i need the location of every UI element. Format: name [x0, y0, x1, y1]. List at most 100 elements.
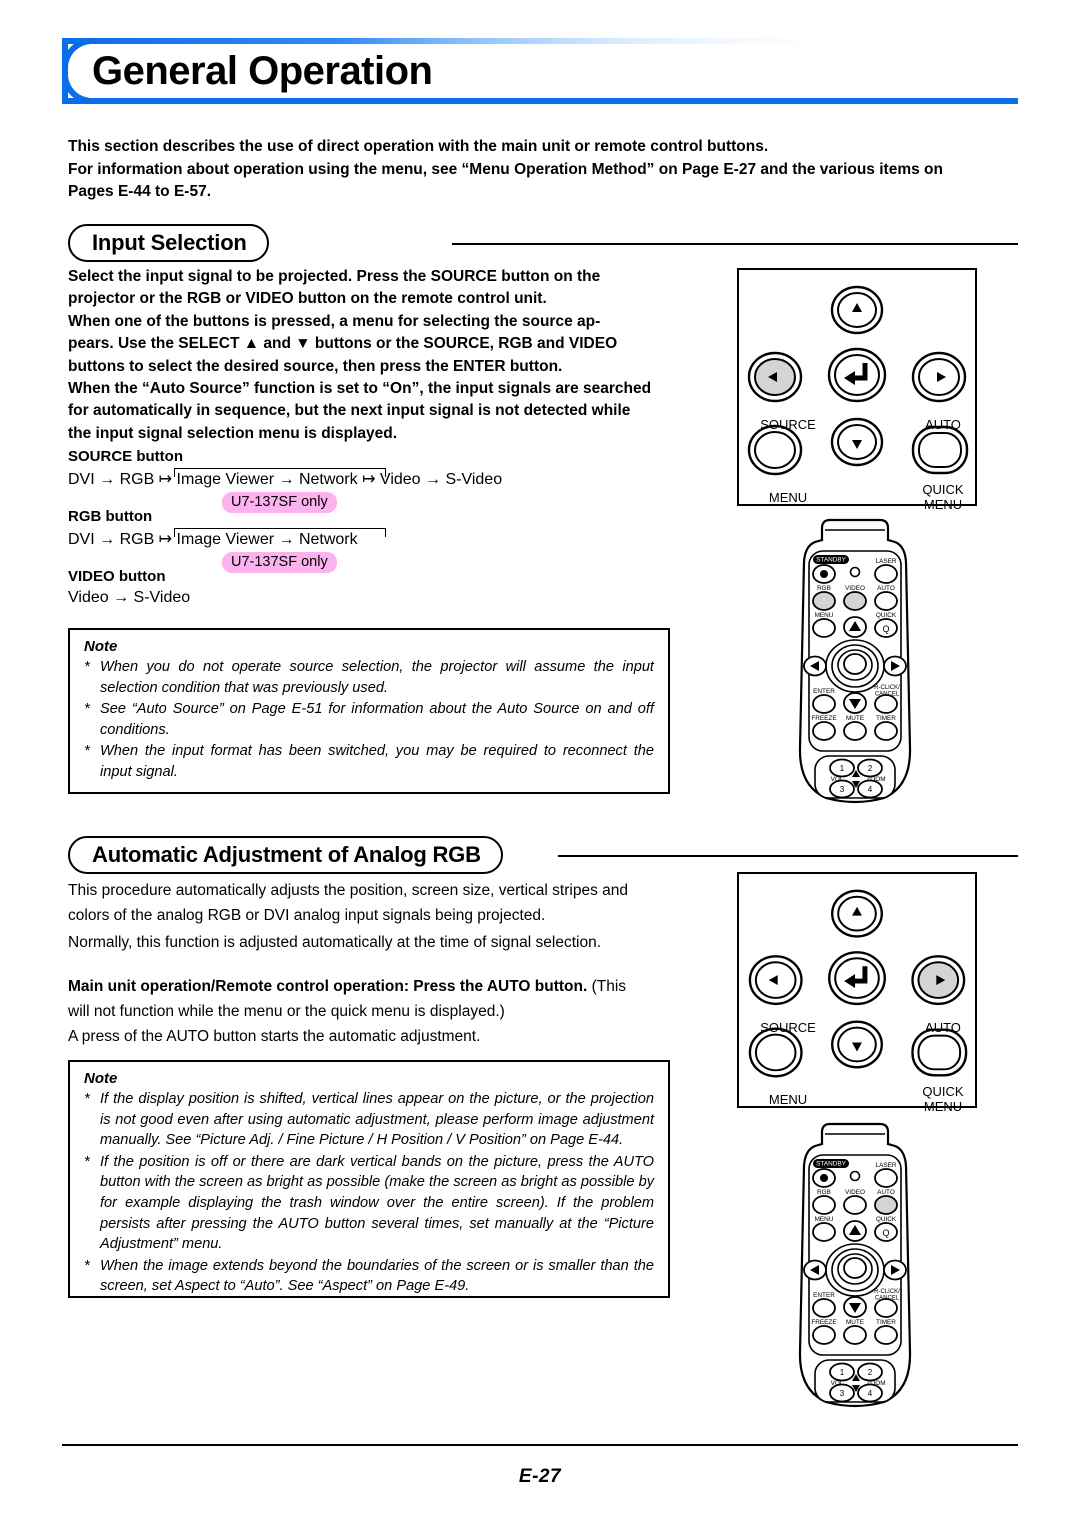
svg-text:MENU: MENU [815, 612, 834, 619]
remote-menu-button [812, 618, 836, 638]
remote-left-button [803, 1259, 827, 1281]
svg-text:LASER: LASER [876, 1162, 897, 1169]
svg-text:2: 2 [868, 764, 873, 773]
remote-rclick-cancel-button [874, 694, 898, 714]
body-line: buttons to select the desired source, th… [68, 357, 563, 375]
svg-text:CANCEL: CANCEL [875, 1296, 900, 1302]
source-button-sequence: DVI → RGB ↦ Image Viewer → Network ↦ Vid… [68, 468, 708, 489]
section-rule [452, 243, 1018, 245]
remote-timer-button [874, 721, 898, 741]
svg-text:VOL: VOL [831, 1380, 844, 1387]
body-line: for automatically in sequence, but the n… [68, 402, 631, 420]
projector-control-panel-top: SOURCE AUTO MENU QUICK MENU [737, 268, 977, 512]
remote-indicator-led [849, 1170, 861, 1182]
svg-text:TIMER: TIMER [876, 715, 896, 722]
body-line: Normally, this function is adjusted auto… [68, 934, 601, 951]
svg-text:R-CLICK/: R-CLICK/ [874, 1289, 900, 1295]
body-line: Select the input signal to be projected.… [68, 268, 601, 285]
remote-down-button [843, 692, 867, 714]
remote-diagram-top: Q STANDBY LASER RGB VIDEO AUTO MENU QUIC… [798, 518, 912, 804]
note-text: When you do not operate source selection… [100, 659, 654, 696]
note-text: When the input format has been switched,… [100, 743, 654, 780]
source-button-flow: SOURCE button DVI → RGB ↦ Image Viewer →… [68, 448, 708, 515]
panel-menu-label: MENU [768, 490, 808, 505]
note-bullet: * [84, 743, 90, 760]
svg-text:QUICK: QUICK [876, 612, 897, 619]
svg-text:ZOOM: ZOOM [866, 1380, 885, 1387]
quick-label-line2: MENU [923, 1099, 963, 1114]
panel-source-button [748, 955, 803, 1006]
footer-rule [62, 1444, 1018, 1446]
note-bullet: * [84, 659, 90, 675]
remote-enter-button [812, 694, 836, 714]
panel-quick-menu-button [911, 425, 969, 475]
remote-menu-button [812, 1222, 836, 1242]
note-list: * When you do not operate source selecti… [70, 657, 668, 791]
title-underline [62, 98, 1018, 104]
note-title: Note [84, 1070, 118, 1087]
remote-rgb-button [812, 591, 836, 611]
remote-freeze-button [812, 721, 836, 741]
svg-text:TIMER: TIMER [876, 1319, 896, 1326]
note-bullet: * [84, 1257, 90, 1274]
remote-auto-button [874, 591, 898, 611]
panel-auto-label: AUTO [925, 1020, 961, 1035]
svg-text:3: 3 [840, 1389, 845, 1398]
svg-text:LASER: LASER [876, 558, 897, 565]
note-text: See “Auto Source” on Page E-51 for infor… [100, 701, 654, 738]
svg-text:QUICK: QUICK [876, 1216, 897, 1223]
svg-text:FREEZE: FREEZE [811, 1319, 836, 1326]
auto-adjust-instruction-bold: Main unit operation/Remote control opera… [68, 978, 588, 995]
body-line: pears. Use the SELECT ▲ and ▼ buttons or… [68, 335, 618, 353]
remote-laser-button [874, 1168, 898, 1188]
remote-timer-button [874, 1325, 898, 1345]
body-line: A press of the AUTO button starts the au… [68, 1028, 481, 1045]
panel-menu-label: MENU [768, 1092, 808, 1107]
section-header-input-selection: Input Selection [68, 224, 1018, 264]
remote-mute-button [843, 1325, 867, 1345]
body-line: the input signal selection menu is displ… [68, 424, 398, 442]
note-box-auto-adjust: Note * If the display position is shifte… [68, 1060, 670, 1298]
svg-text:R-CLICK/: R-CLICK/ [874, 685, 900, 691]
remote-quick-button: Q [874, 1222, 898, 1242]
manual-page: General Operation This section describes… [0, 0, 1080, 1526]
note-item: * If the display position is shifted, ve… [84, 1089, 654, 1151]
remote-right-button [883, 1259, 907, 1281]
remote-laser-button [874, 564, 898, 584]
panel-enter-button [827, 347, 887, 403]
body-line: projector or the RGB or VIDEO button on … [68, 290, 547, 308]
auto-adjust-paragraph-1: This procedure automatically adjusts the… [68, 878, 698, 928]
quick-label-line1: QUICK [922, 482, 964, 497]
input-selection-body: Select the input signal to be projected.… [68, 266, 698, 445]
panel-quick-menu-button [911, 1028, 968, 1077]
note-text: If the position is off or there are dark… [100, 1153, 654, 1253]
svg-text:Q: Q [882, 1228, 889, 1238]
remote-mute-button [843, 721, 867, 741]
remote-rgb-button [812, 1195, 836, 1215]
note-bullet: * [84, 701, 90, 718]
note-item: * When the input format has been switche… [84, 741, 654, 782]
panel-down-button [830, 417, 884, 467]
rgb-button-heading: RGB button [68, 508, 153, 525]
section-header-auto-adjust: Automatic Adjustment of Analog RGB [68, 836, 1018, 876]
remote-control-top: Q STANDBY LASER RGB VIDEO AUTO MENU QUIC… [792, 518, 918, 806]
svg-text:MUTE: MUTE [846, 1319, 864, 1326]
svg-text:MENU: MENU [815, 1216, 834, 1223]
svg-text:RGB: RGB [817, 1189, 831, 1196]
svg-text:VOL: VOL [831, 776, 844, 783]
note-item: * When you do not operate source selecti… [84, 657, 654, 698]
remote-enter-button [812, 1298, 836, 1318]
section-pill: Input Selection [68, 224, 269, 262]
panel-source-label: SOURCE [760, 417, 816, 432]
quick-label-line2: MENU [923, 497, 963, 512]
intro-line-2: For information about operation using th… [68, 160, 943, 178]
svg-text:CANCEL: CANCEL [875, 692, 900, 698]
intro-line-1: This section describes the use of direct… [68, 138, 769, 155]
quick-label-line1: QUICK [922, 1084, 964, 1099]
remote-indicator-led [849, 566, 861, 578]
remote-video-button [843, 1195, 867, 1215]
svg-text:RGB: RGB [817, 585, 831, 592]
svg-text:4: 4 [868, 1389, 873, 1398]
panel-quick-menu-label: QUICK MENU [903, 482, 983, 512]
svg-text:ENTER: ENTER [813, 1292, 835, 1299]
